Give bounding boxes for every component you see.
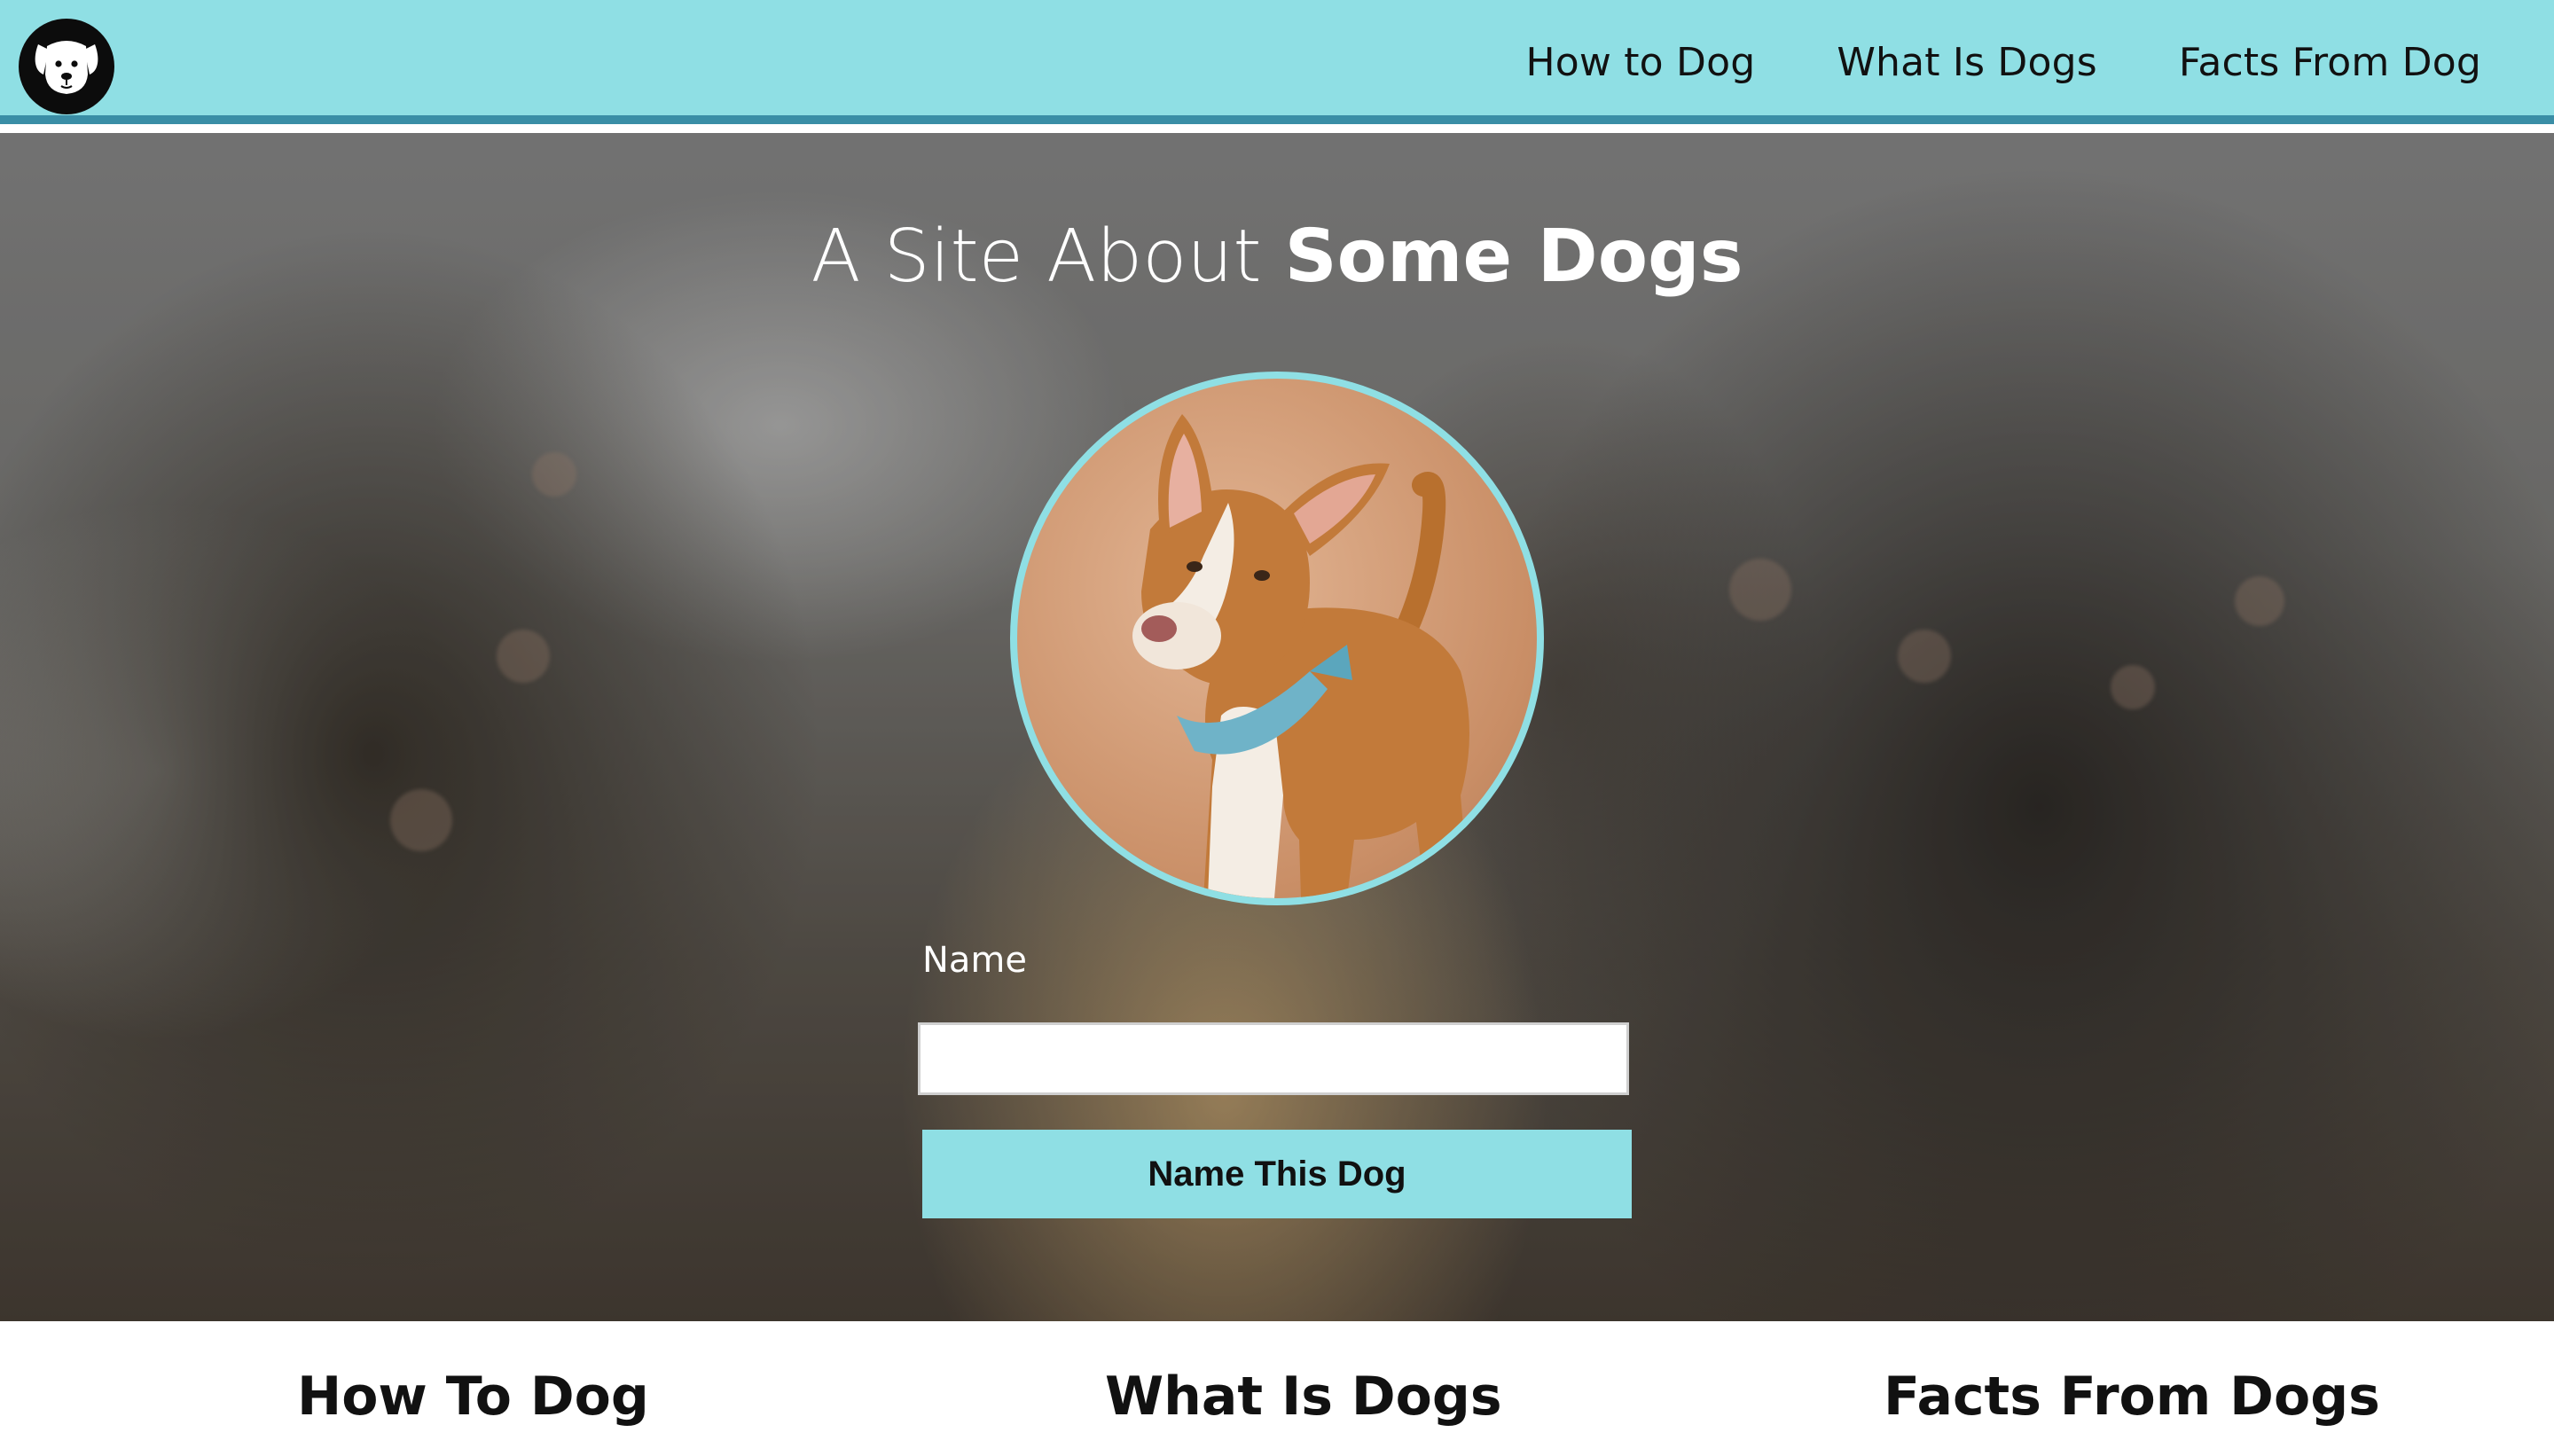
name-this-dog-button[interactable]: Name This Dog [922, 1130, 1632, 1218]
nav-link-facts-from-dog[interactable]: Facts From Dog [2179, 40, 2481, 85]
bokeh-light [1729, 559, 1791, 621]
dog-logo-icon[interactable] [19, 19, 114, 114]
page-title-prefix: A Site About [811, 215, 1285, 299]
bokeh-light [2111, 665, 2155, 709]
bokeh-light [2235, 576, 2284, 626]
name-input[interactable] [918, 1022, 1629, 1095]
bokeh-light [390, 789, 452, 851]
hero-section: A Site About Some Dogs Name Name This Do… [0, 133, 2554, 1321]
nav-link-how-to-dog[interactable]: How to Dog [1525, 40, 1755, 85]
bokeh-light [532, 452, 576, 497]
section-title-facts-from-dogs: Facts From Dogs [1884, 1366, 2380, 1428]
section-title-how-to-dog: How To Dog [297, 1366, 649, 1428]
section-title-what-is-dogs: What Is Dogs [1105, 1366, 1502, 1428]
main-nav: How to Dog What Is Dogs Facts From Dog [1525, 0, 2481, 124]
nav-link-what-is-dogs[interactable]: What Is Dogs [1837, 40, 2097, 85]
name-label: Name [922, 940, 1028, 981]
bokeh-light [1898, 630, 1951, 683]
page-title: A Site About Some Dogs [0, 215, 2554, 299]
dog-photo [1010, 372, 1544, 905]
dog-illustration [1132, 414, 1469, 898]
site-header: How to Dog What Is Dogs Facts From Dog [0, 0, 2554, 124]
dog-face-icon [35, 41, 98, 94]
bokeh-light [497, 630, 550, 683]
feature-sections: How To Dog What Is Dogs Facts From Dogs [0, 1321, 2554, 1456]
page-title-emphasis: Some Dogs [1284, 215, 1743, 299]
